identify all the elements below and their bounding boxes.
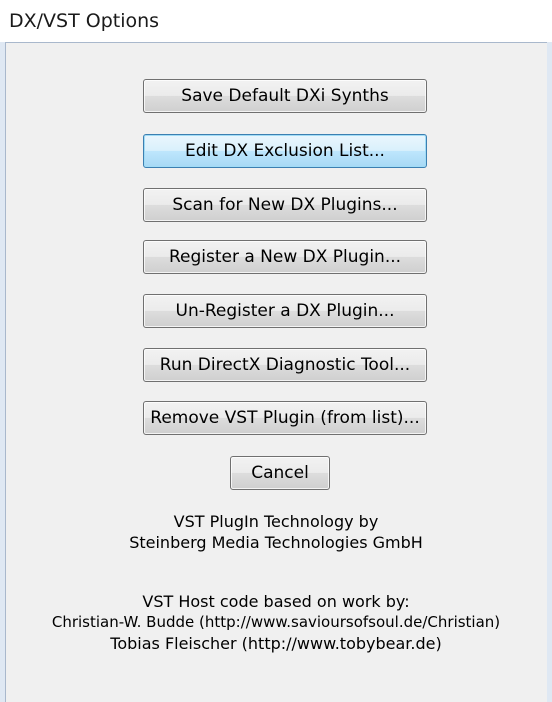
vst-host-line-3: Tobias Fleischer (http://www.tobybear.de…: [110, 634, 442, 653]
run-directx-diagnostic-tool-button[interactable]: Run DirectX Diagnostic Tool...: [143, 348, 427, 382]
vst-technology-credit: VST PlugIn Technology by Steinberg Media…: [5, 511, 547, 553]
save-default-dxi-synths-button[interactable]: Save Default DXi Synths: [143, 79, 427, 113]
title-bar[interactable]: DX/VST Options: [0, 0, 552, 42]
scan-for-new-dx-plugins-button[interactable]: Scan for New DX Plugins...: [143, 188, 427, 222]
register-new-dx-plugin-button[interactable]: Register a New DX Plugin...: [143, 240, 427, 274]
vst-host-credit: VST Host code based on work by: Christia…: [5, 591, 547, 654]
window-frame-right: [547, 42, 552, 702]
vst-tech-line-2: Steinberg Media Technologies GmbH: [129, 533, 423, 552]
unregister-dx-plugin-button[interactable]: Un-Register a DX Plugin...: [143, 294, 427, 328]
remove-vst-plugin-button[interactable]: Remove VST Plugin (from list)...: [143, 401, 427, 435]
vst-tech-line-1: VST PlugIn Technology by: [173, 512, 379, 531]
vst-host-line-1: VST Host code based on work by:: [142, 592, 410, 611]
dx-vst-options-dialog: DX/VST Options Save Default DXi Synths E…: [0, 0, 552, 702]
cancel-button[interactable]: Cancel: [230, 456, 330, 490]
vst-host-line-2: Christian-W. Budde (http://www.saviourso…: [51, 613, 501, 631]
window-title: DX/VST Options: [9, 10, 160, 32]
edit-dx-exclusion-list-button[interactable]: Edit DX Exclusion List...: [143, 134, 427, 168]
